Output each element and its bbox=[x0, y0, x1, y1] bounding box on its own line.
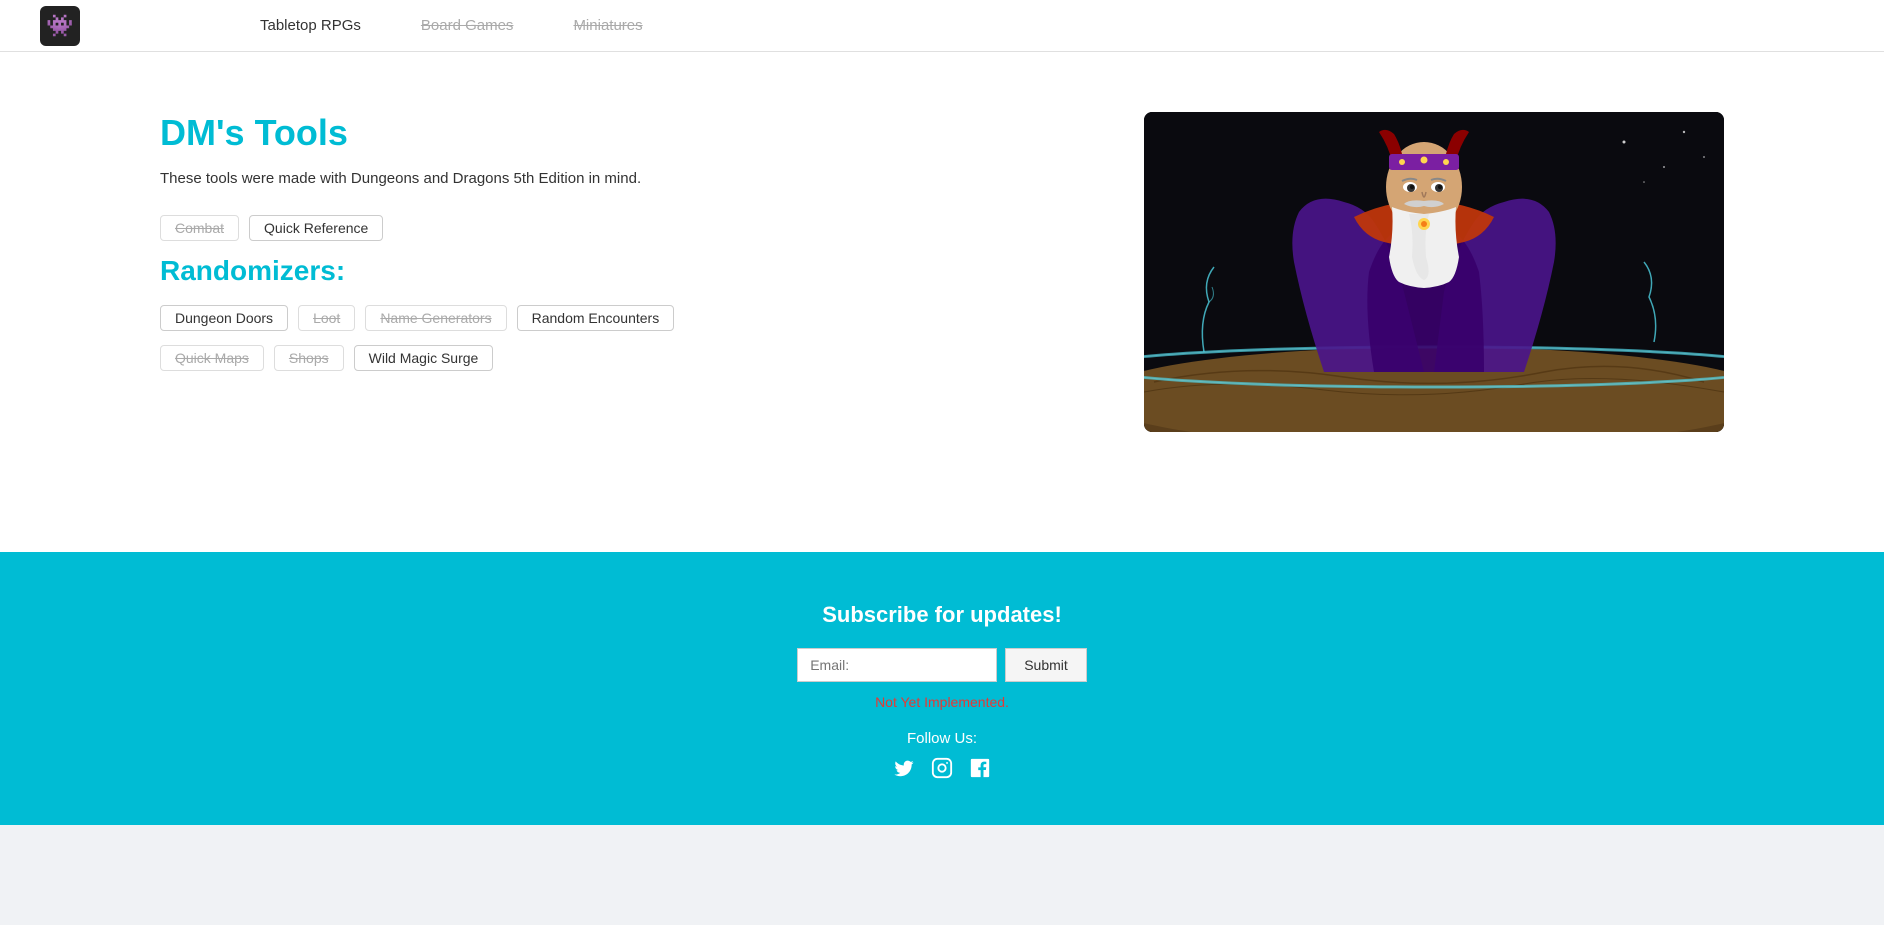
nav-board-games[interactable]: Board Games bbox=[421, 17, 514, 34]
nav-miniatures[interactable]: Miniatures bbox=[573, 17, 642, 34]
site-logo[interactable]: 👾 bbox=[40, 6, 80, 46]
navbar: 👾 Tabletop RPGs Board Games Miniatures bbox=[0, 0, 1884, 52]
subscribe-row: Submit bbox=[20, 648, 1864, 682]
tag-name-generators[interactable]: Name Generators bbox=[365, 305, 506, 331]
main-content: DM's Tools These tools were made with Du… bbox=[0, 52, 1884, 552]
hero-svg bbox=[1144, 112, 1724, 432]
instagram-icon[interactable] bbox=[931, 757, 953, 785]
submit-button[interactable]: Submit bbox=[1005, 648, 1087, 682]
page-title: DM's Tools bbox=[160, 112, 1084, 154]
follow-us-label: Follow Us: bbox=[20, 730, 1864, 747]
twitter-icon[interactable] bbox=[893, 757, 915, 785]
tag-dungeon-doors[interactable]: Dungeon Doors bbox=[160, 305, 288, 331]
nav-links: Tabletop RPGs Board Games Miniatures bbox=[260, 17, 643, 34]
tag-combat[interactable]: Combat bbox=[160, 215, 239, 241]
footer: Subscribe for updates! Submit Not Yet Im… bbox=[0, 552, 1884, 825]
subtitle-text: These tools were made with Dungeons and … bbox=[160, 170, 1084, 187]
email-input[interactable] bbox=[797, 648, 997, 682]
right-column bbox=[1144, 112, 1724, 472]
tag-random-encounters[interactable]: Random Encounters bbox=[517, 305, 675, 331]
tag-wild-magic-surge[interactable]: Wild Magic Surge bbox=[354, 345, 494, 371]
hero-image bbox=[1144, 112, 1724, 432]
tag-quick-maps[interactable]: Quick Maps bbox=[160, 345, 264, 371]
tag-shops[interactable]: Shops bbox=[274, 345, 344, 371]
facebook-icon[interactable] bbox=[969, 757, 991, 785]
not-implemented-text: Not Yet Implemented. bbox=[20, 694, 1864, 710]
logo-icon: 👾 bbox=[46, 13, 73, 39]
randomizer-tags-row-2: Quick Maps Shops Wild Magic Surge bbox=[160, 345, 1084, 371]
randomizer-tags-row-1: Dungeon Doors Loot Name Generators Rando… bbox=[160, 305, 1084, 331]
nav-tabletop-rpgs[interactable]: Tabletop RPGs bbox=[260, 17, 361, 34]
subscribe-title: Subscribe for updates! bbox=[20, 602, 1864, 628]
tag-loot[interactable]: Loot bbox=[298, 305, 355, 331]
social-icons-row bbox=[20, 757, 1864, 785]
tag-quick-reference[interactable]: Quick Reference bbox=[249, 215, 383, 241]
randomizers-title: Randomizers: bbox=[160, 255, 1084, 287]
left-column: DM's Tools These tools were made with Du… bbox=[160, 112, 1084, 472]
quick-tags-row: Combat Quick Reference bbox=[160, 215, 1084, 241]
